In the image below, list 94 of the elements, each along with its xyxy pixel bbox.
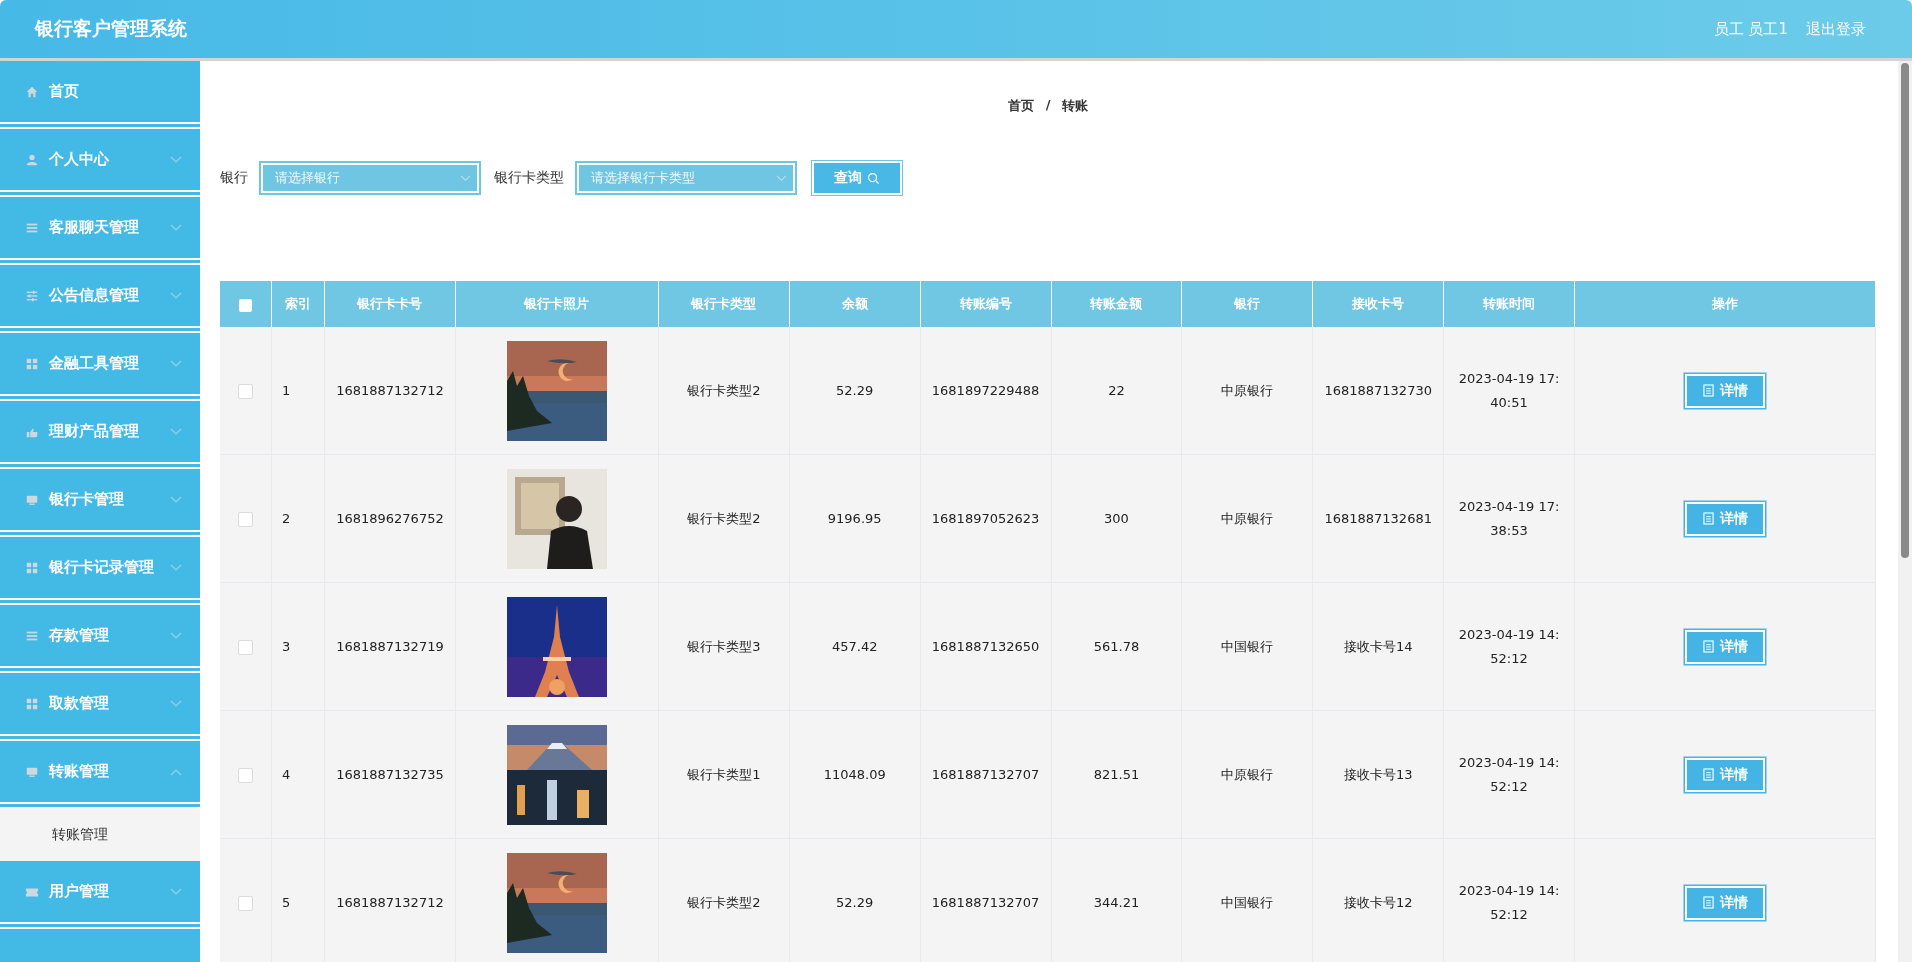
table-cell: 接收卡号14 — [1312, 582, 1444, 711]
table-cell: 1681896276752 — [324, 454, 456, 583]
details-button[interactable]: 详情 — [1685, 629, 1765, 664]
table-cell: 中原银行 — [1181, 710, 1313, 839]
table-cell: 1681887132712 — [324, 327, 456, 455]
search-button[interactable]: 查询 — [812, 161, 902, 195]
table-cell: 1681897052623 — [920, 454, 1051, 583]
select-field[interactable]: 请选择银行 — [260, 162, 480, 194]
table-cell: 银行卡类型2 — [658, 454, 790, 583]
table-cell: 2023-04-19 14:52:12 — [1443, 838, 1575, 962]
table-cell: 4 — [271, 710, 325, 839]
field-label: 银行卡类型 — [494, 169, 564, 187]
table-cell: 1681887132719 — [324, 582, 456, 711]
table-cell: 457.42 — [789, 582, 921, 711]
submenu-item[interactable]: 转账管理 — [0, 809, 200, 861]
table-cell: 1681887132712 — [324, 838, 456, 962]
table-cell: 821.51 — [1051, 710, 1182, 839]
column-header: 索引 — [271, 281, 325, 327]
table-cell: 1681887132735 — [324, 710, 456, 839]
user-name: 员工 员工1 — [1713, 19, 1788, 39]
table-cell: 2023-04-19 14:52:12 — [1443, 710, 1575, 839]
table-cell: 银行卡类型2 — [658, 838, 790, 962]
row-checkbox[interactable] — [238, 895, 253, 911]
column-header: 接收卡号 — [1312, 281, 1444, 327]
column-header: 转账金额 — [1051, 281, 1182, 327]
table-cell: 344.21 — [1051, 838, 1182, 962]
table-cell: 1 — [271, 327, 325, 455]
app-title: 银行客户管理系统 — [35, 16, 187, 41]
document-icon — [1702, 384, 1714, 397]
select-field[interactable]: 请选择银行卡类型 — [576, 162, 796, 194]
grid-icon — [25, 696, 39, 711]
table-cell: 1681887132707 — [920, 838, 1051, 962]
details-button[interactable]: 详情 — [1685, 373, 1765, 408]
column-header: 银行卡照片 — [455, 281, 659, 327]
table-cell: 中原银行 — [1181, 327, 1313, 455]
column-header: 转账时间 — [1443, 281, 1575, 327]
row-checkbox[interactable] — [238, 383, 253, 399]
user-icon — [25, 152, 39, 167]
grid-icon — [25, 560, 39, 575]
table-cell: 中国银行 — [1181, 582, 1313, 711]
table-cell: 561.78 — [1051, 582, 1182, 711]
column-header: 转账编号 — [920, 281, 1051, 327]
document-icon — [1702, 896, 1714, 909]
logout-link[interactable]: 退出登录 — [1806, 19, 1866, 39]
column-header: 银行卡类型 — [658, 281, 790, 327]
chevron-icon — [776, 174, 787, 182]
row-checkbox[interactable] — [238, 767, 253, 783]
table-cell: 中原银行 — [1181, 454, 1313, 583]
breadcrumb-separator: / — [1045, 97, 1051, 114]
table-cell: 11048.09 — [789, 710, 921, 839]
chevron-icon — [460, 174, 471, 182]
details-button[interactable]: 详情 — [1685, 501, 1765, 536]
table-cell: 2023-04-19 17:40:51 — [1443, 327, 1575, 455]
table-cell: 2023-04-19 14:52:12 — [1443, 582, 1575, 711]
document-icon — [1702, 640, 1714, 653]
table-cell: 2023-04-19 17:38:53 — [1443, 454, 1575, 583]
column-header: 余额 — [789, 281, 921, 327]
table-cell: 中国银行 — [1181, 838, 1313, 962]
row-checkbox[interactable] — [238, 511, 253, 527]
breadcrumb-link[interactable]: 首页 — [1007, 97, 1034, 115]
table-cell: 52.29 — [789, 838, 921, 962]
column-header: 操作 — [1574, 281, 1876, 327]
select-all-checkbox[interactable] — [239, 298, 252, 312]
table-cell: 接收卡号13 — [1312, 710, 1444, 839]
table-cell: 1681887132730 — [1312, 327, 1444, 455]
table-cell: 1681887132681 — [1312, 454, 1444, 583]
sliders-icon — [25, 288, 39, 303]
details-button[interactable]: 详情 — [1685, 885, 1765, 920]
table-cell: 5 — [271, 838, 325, 962]
table-cell: 1681897229488 — [920, 327, 1051, 455]
scrollbar[interactable] — [1898, 61, 1912, 962]
table-cell: 1681887132650 — [920, 582, 1051, 711]
table-cell: 银行卡类型2 — [658, 327, 790, 455]
table-cell: 52.29 — [789, 327, 921, 455]
breadcrumb-link[interactable]: 转账 — [1062, 97, 1089, 115]
document-icon — [1702, 768, 1714, 781]
table-cell: 300 — [1051, 454, 1182, 583]
column-header: 银行卡卡号 — [324, 281, 456, 327]
table-cell: 9196.95 — [789, 454, 921, 583]
field-label: 银行 — [220, 169, 248, 187]
column-header: 银行 — [1181, 281, 1313, 327]
table-cell: 1681887132707 — [920, 710, 1051, 839]
table-cell: 2 — [271, 454, 325, 583]
table-cell: 银行卡类型3 — [658, 582, 790, 711]
table-cell: 22 — [1051, 327, 1182, 455]
table-cell: 银行卡类型1 — [658, 710, 790, 839]
table-cell: 3 — [271, 582, 325, 711]
grid-icon — [25, 356, 39, 371]
table-cell: 接收卡号12 — [1312, 838, 1444, 962]
details-button[interactable]: 详情 — [1685, 757, 1765, 792]
home-icon — [25, 84, 39, 99]
document-icon — [1702, 512, 1714, 525]
search-icon — [867, 171, 880, 185]
row-checkbox[interactable] — [238, 639, 253, 655]
